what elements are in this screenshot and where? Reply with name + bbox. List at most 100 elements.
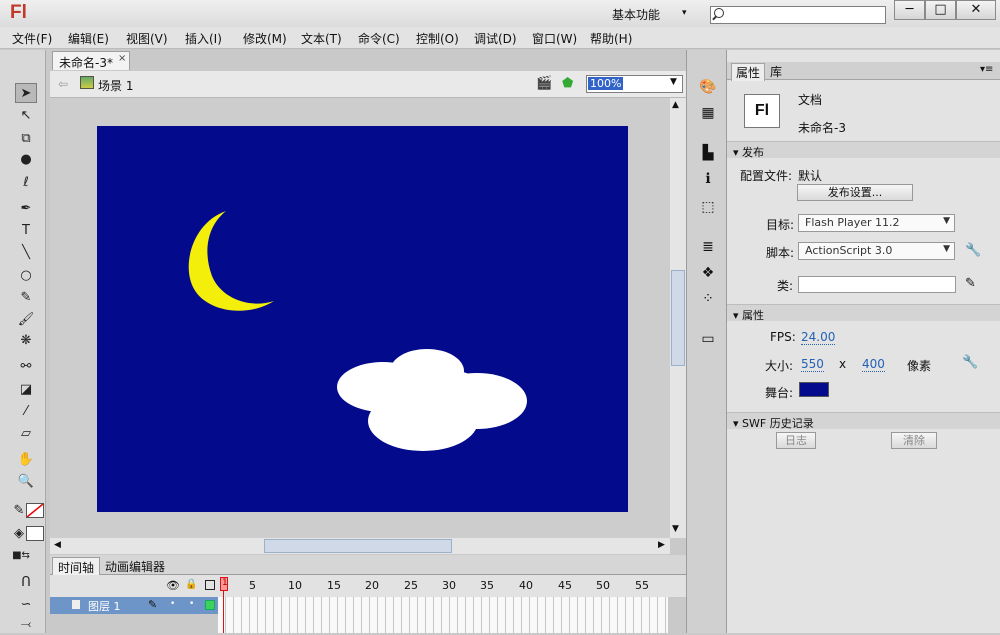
menu-view[interactable]: 视图(V) <box>126 30 168 47</box>
horizontal-scroll-thumb[interactable] <box>264 539 452 553</box>
size-x: x <box>839 357 847 371</box>
components-icon[interactable]: ❖ <box>698 264 718 282</box>
snap-magnet-icon[interactable]: Ո <box>15 573 37 593</box>
wrench-icon[interactable]: 🔧 <box>965 243 981 258</box>
script-select[interactable]: ActionScript 3.0 ▼ <box>798 242 955 260</box>
close-button[interactable]: ✕ <box>956 0 996 20</box>
deco-tool-icon[interactable]: ❋ <box>15 331 37 351</box>
menu-window[interactable]: 窗口(W) <box>532 30 577 47</box>
menu-edit[interactable]: 编辑(E) <box>68 30 109 47</box>
lock-icon[interactable]: 🔒 <box>185 579 197 590</box>
pencil-tool-icon[interactable]: ✎ <box>15 288 37 308</box>
maximize-button[interactable]: □ <box>925 0 956 20</box>
publish-settings-button[interactable]: 发布设置... <box>797 184 913 201</box>
tab-properties[interactable]: 属性 <box>731 63 766 81</box>
transform-icon[interactable]: ⬚ <box>698 198 718 216</box>
pen-tool-icon[interactable]: ✒ <box>15 199 37 219</box>
motion-presets-icon[interactable]: ⁘ <box>698 290 718 308</box>
paint-bucket-tool-icon[interactable]: ◪ <box>15 380 37 400</box>
chevron-down-icon[interactable]: ▾ <box>682 8 687 18</box>
align-icon[interactable]: ▙ <box>698 144 718 162</box>
fps-value[interactable]: 24.00 <box>801 330 836 345</box>
eye-icon[interactable]: 👁 <box>166 579 180 592</box>
stroke-color-swatch[interactable] <box>26 503 44 518</box>
stage-canvas[interactable] <box>97 126 628 512</box>
visibility-dot[interactable]: • <box>170 599 175 609</box>
close-icon[interactable]: × <box>118 53 126 64</box>
scroll-down-icon[interactable]: ▼ <box>672 524 679 534</box>
size-label: 大小: <box>765 359 794 373</box>
layer-name[interactable]: 图层 1 <box>88 598 121 614</box>
section-publish[interactable]: ▾ 发布 <box>727 141 1000 159</box>
width-value[interactable]: 550 <box>801 357 824 372</box>
playhead-line <box>223 591 224 633</box>
selection-tool-icon[interactable]: ➤ <box>15 83 37 103</box>
panel-menu-icon[interactable]: ▾≡ <box>980 64 993 75</box>
scroll-left-icon[interactable]: ◀ <box>54 540 61 550</box>
edit-symbols-icon[interactable]: ⬟ <box>562 76 573 91</box>
zoom-value[interactable]: 100% <box>588 77 624 90</box>
target-select[interactable]: Flash Player 11.2 ▼ <box>798 214 955 232</box>
menu-text[interactable]: 文本(T) <box>301 30 342 47</box>
menu-commands[interactable]: 命令(C) <box>358 30 400 47</box>
menu-debug[interactable]: 调试(D) <box>474 30 517 47</box>
frame-35: 35 <box>480 579 494 592</box>
clear-button[interactable]: 清除 <box>891 432 937 449</box>
free-transform-tool-icon[interactable]: ⧉ <box>15 129 37 149</box>
menu-control[interactable]: 控制(O) <box>416 30 459 47</box>
stage-color-swatch[interactable] <box>799 382 829 397</box>
line-tool-icon[interactable]: ╲ <box>15 243 37 263</box>
fill-color-swatch[interactable] <box>26 526 44 541</box>
zoom-tool-icon[interactable]: 🔍 <box>15 472 37 492</box>
outline-icon[interactable] <box>205 580 215 590</box>
menu-modify[interactable]: 修改(M) <box>243 30 287 47</box>
workspace-switcher[interactable]: 基本功能 <box>612 6 660 23</box>
edit-scene-icon[interactable]: 🎬 <box>536 76 552 91</box>
frame-55: 55 <box>635 579 649 592</box>
scroll-up-icon[interactable]: ▲ <box>672 100 679 110</box>
color-palette-icon[interactable]: 🎨 <box>698 78 718 96</box>
straighten-icon[interactable]: ⤙ <box>15 615 37 635</box>
chevron-down-icon[interactable]: ▼ <box>670 77 677 87</box>
playhead[interactable]: 1 <box>220 577 228 591</box>
text-tool-icon[interactable]: T <box>15 221 37 241</box>
swatches-grid-icon[interactable]: ▦ <box>698 104 718 122</box>
output-icon[interactable]: ▭ <box>698 330 718 348</box>
timeline-frames[interactable] <box>218 597 668 633</box>
wrench-icon[interactable]: 🔧 <box>962 355 978 370</box>
back-arrow-icon[interactable]: ⇦ <box>58 77 68 91</box>
bone-tool-icon[interactable]: ⚯ <box>15 357 37 377</box>
pencil-icon[interactable]: ✎ <box>965 276 976 291</box>
section-properties[interactable]: ▾ 属性 <box>727 304 1000 322</box>
help-search-input[interactable] <box>710 6 886 24</box>
subselection-tool-icon[interactable]: ↖ <box>15 106 37 126</box>
lasso-tool-icon[interactable]: ℓ <box>15 173 37 193</box>
3d-rotation-tool-icon[interactable]: ● <box>15 150 37 170</box>
section-swf-history[interactable]: ▾ SWF 历史记录 <box>727 412 1000 430</box>
height-value[interactable]: 400 <box>862 357 885 372</box>
code-snippets-icon[interactable]: ≣ <box>698 238 718 256</box>
tab-timeline[interactable]: 时间轴 <box>52 557 101 575</box>
smooth-icon[interactable]: ∽ <box>15 595 37 615</box>
scroll-right-icon[interactable]: ▶ <box>658 540 665 550</box>
hand-tool-icon[interactable]: ✋ <box>15 450 37 470</box>
class-input[interactable] <box>798 276 956 293</box>
section-publish-label: 发布 <box>742 146 765 159</box>
eraser-tool-icon[interactable]: ▱ <box>15 424 37 444</box>
lock-dot[interactable]: • <box>189 599 194 609</box>
oval-tool-icon[interactable]: ○ <box>15 266 37 286</box>
menu-insert[interactable]: 插入(I) <box>185 30 222 47</box>
menu-file[interactable]: 文件(F) <box>12 30 52 47</box>
tab-library[interactable]: 库 <box>766 63 786 80</box>
menu-help[interactable]: 帮助(H) <box>590 30 632 47</box>
swap-colors-icon[interactable]: ■⇆ <box>10 546 32 566</box>
minimize-button[interactable]: ─ <box>894 0 925 20</box>
outline-color-swatch[interactable] <box>205 600 215 610</box>
layer-row[interactable]: 图层 1 ✎ • • <box>50 597 218 614</box>
tab-motion-editor[interactable]: 动画编辑器 <box>100 557 170 575</box>
eyedropper-tool-icon[interactable]: ⁄ <box>15 402 37 422</box>
log-button[interactable]: 日志 <box>776 432 816 449</box>
info-icon[interactable]: ℹ <box>698 170 718 188</box>
vertical-scroll-thumb[interactable] <box>671 270 685 366</box>
brush-tool-icon[interactable]: 🖌 <box>15 310 37 330</box>
